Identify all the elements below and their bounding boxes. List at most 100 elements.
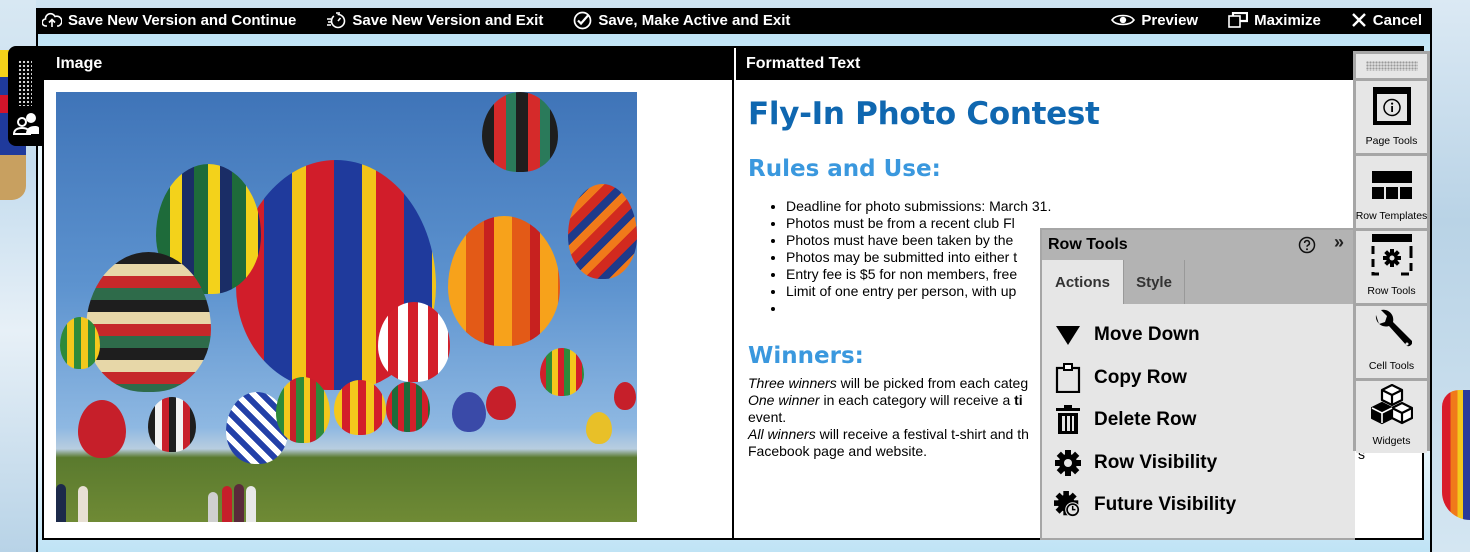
spectator — [234, 484, 244, 522]
winners-line-text: will receive a festival t-shirt and th — [815, 426, 1029, 442]
formatted-text-cell-header[interactable]: Formatted Text — [736, 48, 1422, 80]
balloon — [452, 392, 486, 432]
delete-row-button[interactable]: Delete Row — [1042, 399, 1355, 442]
row-templates-label: Row Templates — [1355, 210, 1428, 222]
winners-line-text: Facebook page and website. — [748, 443, 928, 459]
help-circle-icon[interactable] — [1298, 236, 1316, 259]
spectator — [222, 486, 232, 522]
balloon — [276, 377, 330, 443]
contest-title: Fly-In Photo Contest — [748, 96, 1100, 132]
winners-line-text: will be picked from each categ — [836, 375, 1029, 391]
page-tools-button[interactable]: Page Tools — [1356, 81, 1427, 153]
gear-clock-icon — [1054, 490, 1082, 520]
row-tools-title: Row Tools — [1048, 236, 1128, 253]
row-visibility-button[interactable]: Row Visibility — [1042, 442, 1355, 485]
image-cell-header[interactable]: Image — [44, 48, 732, 80]
spectator — [56, 484, 66, 522]
cancel-label: Cancel — [1372, 11, 1422, 29]
editor-toolbar: Save New Version and Continue Save New V… — [36, 8, 1432, 32]
winners-line-text: in each category will receive a — [819, 392, 1015, 408]
drag-grip-icon[interactable] — [18, 60, 32, 106]
future-visibility-label: Future Visibility — [1094, 494, 1237, 516]
row-handle-tab[interactable] — [8, 46, 42, 146]
balloon — [614, 382, 636, 410]
balloon — [78, 400, 126, 458]
balloon-photo[interactable] — [56, 92, 637, 522]
save-make-active-exit-label: Save, Make Active and Exit — [598, 11, 791, 29]
balloon — [486, 386, 516, 420]
rules-heading: Rules and Use: — [748, 156, 941, 182]
move-down-button[interactable]: Move Down — [1042, 314, 1355, 357]
cancel-button[interactable]: Cancel — [1347, 12, 1426, 29]
spectator — [208, 492, 218, 522]
user-permissions-icon[interactable] — [12, 112, 40, 141]
save-new-version-continue-button[interactable]: Save New Version and Continue — [38, 11, 300, 30]
check-circle-icon — [573, 11, 592, 30]
preview-button[interactable]: Preview — [1107, 12, 1202, 29]
tool-column: Page Tools Row Templates Row Tools Cell … — [1353, 51, 1430, 453]
rule-item: Deadline for photo submissions: March 31… — [786, 198, 1422, 215]
balloon — [334, 380, 386, 435]
tool-column-drag-handle[interactable] — [1356, 54, 1427, 78]
row-templates-icon — [1371, 171, 1412, 206]
cell-tools-button[interactable]: Cell Tools — [1356, 306, 1427, 378]
maximize-label: Maximize — [1254, 11, 1321, 29]
save-new-version-exit-button[interactable]: Save New Version and Exit — [322, 11, 547, 30]
row-visibility-label: Row Visibility — [1094, 451, 1218, 473]
background-balloon-right — [1442, 390, 1470, 520]
winners-line-text: event. — [748, 409, 787, 425]
row-templates-button[interactable]: Row Templates — [1356, 156, 1427, 228]
future-visibility-button[interactable]: Future Visibility — [1042, 484, 1355, 527]
row-tools-button[interactable]: Row Tools — [1356, 231, 1427, 303]
gear-icon — [1054, 448, 1082, 478]
triangle-down-icon — [1054, 320, 1082, 350]
save-new-version-continue-label: Save New Version and Continue — [68, 11, 297, 29]
widgets-button[interactable]: Widgets — [1356, 381, 1427, 453]
row-actions-list: Move Down Copy Row Delete Row Row Visibi… — [1042, 304, 1355, 527]
balloon — [60, 317, 100, 369]
winners-emphasis: One winner — [748, 392, 820, 408]
balloon — [378, 302, 450, 382]
drag-grip-icon — [1365, 61, 1418, 71]
cloud-upload-icon — [42, 12, 62, 28]
copy-row-button[interactable]: Copy Row — [1042, 357, 1355, 400]
tab-actions[interactable]: Actions — [1042, 260, 1123, 304]
trash-icon — [1054, 405, 1082, 435]
balloon — [568, 184, 637, 279]
cubes-icon — [1370, 383, 1413, 431]
close-icon — [1351, 12, 1367, 28]
page-info-icon — [1372, 86, 1412, 131]
double-chevron-right-icon[interactable]: » — [1334, 232, 1344, 253]
balloon — [148, 397, 196, 452]
spectator — [246, 486, 256, 522]
clipboard-icon — [1054, 362, 1082, 393]
balloon — [482, 92, 558, 172]
maximize-button[interactable]: Maximize — [1224, 12, 1325, 29]
timer-exit-icon — [326, 11, 346, 29]
delete-row-label: Delete Row — [1094, 409, 1197, 431]
row-tools-panel: Row Tools » Actions Style Move Down Copy… — [1040, 228, 1355, 540]
eye-icon — [1111, 13, 1136, 27]
preview-label: Preview — [1141, 11, 1199, 29]
image-cell[interactable]: Image — [44, 48, 734, 538]
tab-style[interactable]: Style — [1123, 260, 1185, 304]
winners-emphasis: Three winners — [748, 375, 837, 391]
row-tools-tabs: Actions Style — [1042, 260, 1355, 304]
cell-tools-label: Cell Tools — [1368, 360, 1415, 372]
move-down-label: Move Down — [1094, 324, 1200, 346]
widgets-label: Widgets — [1372, 435, 1411, 447]
row-tools-label: Row Tools — [1367, 285, 1416, 297]
balloon — [386, 382, 430, 432]
winners-bold-text: ti — [1014, 392, 1023, 408]
row-gear-icon — [1371, 234, 1413, 281]
spectator — [78, 486, 88, 522]
row-tools-header[interactable]: Row Tools » — [1042, 230, 1355, 260]
balloon — [586, 412, 612, 444]
winners-emphasis: All winners — [748, 426, 816, 442]
page-tools-label: Page Tools — [1365, 135, 1418, 147]
balloon — [540, 348, 584, 396]
wrench-icon — [1372, 309, 1412, 356]
maximize-icon — [1228, 12, 1249, 28]
save-make-active-exit-button[interactable]: Save, Make Active and Exit — [569, 11, 794, 30]
balloon — [448, 216, 560, 346]
